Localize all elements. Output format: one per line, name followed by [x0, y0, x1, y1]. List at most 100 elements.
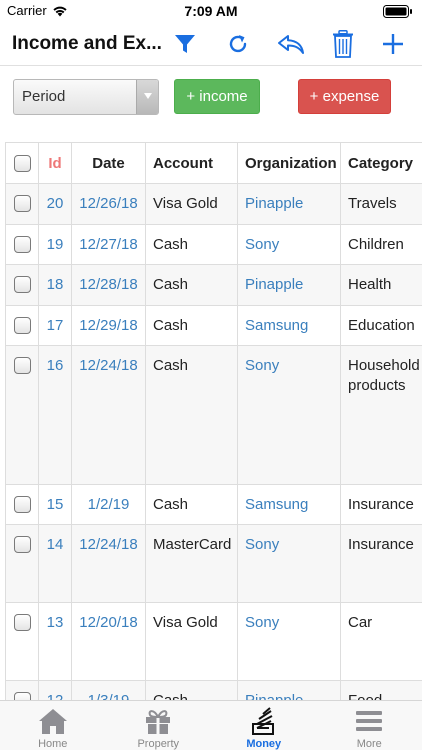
period-select-value: Period	[22, 88, 66, 105]
table-row[interactable]: 16 12/24/18 Cash Sony Household products	[5, 345, 422, 485]
select-all-cell	[5, 142, 39, 184]
cell-category: Car	[340, 602, 422, 681]
cell-id[interactable]: 18	[38, 264, 72, 306]
table-row[interactable]: 13 12/20/18 Visa Gold Sony Car	[5, 602, 422, 681]
cell-account: MasterCard	[145, 524, 238, 603]
column-header-date[interactable]: Date	[71, 142, 146, 184]
cell-date[interactable]: 12/24/18	[71, 345, 146, 485]
add-income-button[interactable]: + income	[174, 79, 260, 114]
cell-organization[interactable]: Samsung	[237, 305, 341, 346]
cell-organization[interactable]: Pinapple	[237, 183, 341, 225]
cell-id[interactable]: 17	[38, 305, 72, 346]
cell-account: Cash	[145, 224, 238, 265]
cell-date[interactable]: 12/27/18	[71, 224, 146, 265]
cell-organization[interactable]: Pinapple	[237, 264, 341, 306]
home-icon	[38, 709, 67, 734]
table-row[interactable]: 14 12/24/18 MasterCard Sony Insurance	[5, 524, 422, 603]
cell-category: Household products	[340, 345, 422, 485]
tab-home-label: Home	[38, 738, 68, 750]
row-checkbox[interactable]	[13, 536, 31, 553]
cell-organization[interactable]: Sony	[237, 224, 341, 265]
row-checkbox[interactable]	[13, 276, 31, 293]
column-header-category[interactable]: Category	[340, 142, 422, 184]
period-select[interactable]: Period	[13, 79, 159, 115]
cell-date[interactable]: 12/24/18	[71, 524, 146, 603]
delete-button[interactable]	[327, 28, 359, 60]
menu-icon	[356, 711, 383, 731]
cell-date[interactable]: 12/29/18	[71, 305, 146, 346]
tab-money[interactable]: Money	[211, 701, 317, 750]
filter-button[interactable]	[169, 28, 201, 60]
table-row[interactable]: 20 12/26/18 Visa Gold Pinapple Travels	[5, 183, 422, 225]
cell-organization[interactable]: Sony	[237, 602, 341, 681]
clock: 7:09 AM	[184, 3, 238, 19]
tab-property-label: Property	[137, 738, 180, 750]
table-row[interactable]: 15 1/2/19 Cash Samsung Insurance	[5, 484, 422, 525]
select-all-checkbox[interactable]	[13, 155, 31, 172]
cell-id[interactable]: 15	[38, 484, 72, 525]
row-checkbox[interactable]	[13, 236, 31, 253]
row-select-cell	[5, 680, 39, 700]
cell-date[interactable]: 1/3/19	[71, 680, 146, 700]
plus-icon	[383, 34, 403, 54]
table-row[interactable]: 12 1/3/19 Cash Pinapple Food	[5, 680, 422, 700]
tab-bar: Home Property Money More	[0, 700, 422, 750]
row-checkbox[interactable]	[13, 195, 31, 212]
cell-category: Children	[340, 224, 422, 265]
tab-property[interactable]: Property	[106, 701, 212, 750]
table-row[interactable]: 18 12/28/18 Cash Pinapple Health	[5, 264, 422, 306]
cell-account: Cash	[145, 264, 238, 306]
row-checkbox[interactable]	[13, 317, 31, 334]
row-select-cell	[5, 305, 39, 346]
cell-id[interactable]: 14	[38, 524, 72, 603]
status-bar: Carrier 7:09 AM	[0, 0, 422, 22]
cell-id[interactable]: 20	[38, 183, 72, 225]
row-checkbox[interactable]	[13, 357, 31, 374]
cell-category: Insurance	[340, 524, 422, 603]
transactions-table: Id Date Account Organization Category 20…	[5, 142, 422, 700]
cell-id[interactable]: 12	[38, 680, 72, 700]
cell-organization[interactable]: Sony	[237, 345, 341, 485]
cell-date[interactable]: 12/28/18	[71, 264, 146, 306]
tab-more[interactable]: More	[317, 701, 422, 750]
trash-icon	[333, 30, 353, 58]
filter-icon	[175, 35, 195, 53]
cell-organization[interactable]: Sony	[237, 524, 341, 603]
row-checkbox[interactable]	[13, 614, 31, 631]
nav-bar: Income and Ex...	[0, 22, 422, 66]
tab-home[interactable]: Home	[0, 701, 106, 750]
row-select-cell	[5, 345, 39, 485]
table-header-row: Id Date Account Organization Category	[5, 142, 422, 184]
row-checkbox[interactable]	[13, 496, 31, 513]
cell-date[interactable]: 1/2/19	[71, 484, 146, 525]
cell-category: Insurance	[340, 484, 422, 525]
page-title: Income and Ex...	[12, 33, 162, 54]
column-header-id[interactable]: Id	[38, 142, 72, 184]
undo-button[interactable]	[275, 28, 307, 60]
refresh-button[interactable]	[222, 28, 254, 60]
cell-id[interactable]: 19	[38, 224, 72, 265]
gift-icon	[146, 710, 171, 734]
cell-date[interactable]: 12/26/18	[71, 183, 146, 225]
transactions-table-container[interactable]: Id Date Account Organization Category 20…	[0, 142, 422, 700]
cell-date[interactable]: 12/20/18	[71, 602, 146, 681]
add-expense-button[interactable]: + expense	[298, 79, 391, 114]
column-header-account[interactable]: Account	[145, 142, 238, 184]
row-select-cell	[5, 524, 39, 603]
add-button[interactable]	[377, 28, 409, 60]
cell-id[interactable]: 13	[38, 602, 72, 681]
money-stack-icon	[251, 707, 274, 735]
table-row[interactable]: 19 12/27/18 Cash Sony Children	[5, 224, 422, 265]
table-row[interactable]: 17 12/29/18 Cash Samsung Education	[5, 305, 422, 346]
row-select-cell	[5, 183, 39, 225]
cell-organization[interactable]: Pinapple	[237, 680, 341, 700]
row-checkbox[interactable]	[13, 692, 31, 700]
cell-id[interactable]: 16	[38, 345, 72, 485]
cell-account: Visa Gold	[145, 602, 238, 681]
row-select-cell	[5, 602, 39, 681]
cell-organization[interactable]: Samsung	[237, 484, 341, 525]
cell-category: Health	[340, 264, 422, 306]
column-header-organization[interactable]: Organization	[237, 142, 341, 184]
cell-category: Education	[340, 305, 422, 346]
cell-account: Cash	[145, 484, 238, 525]
